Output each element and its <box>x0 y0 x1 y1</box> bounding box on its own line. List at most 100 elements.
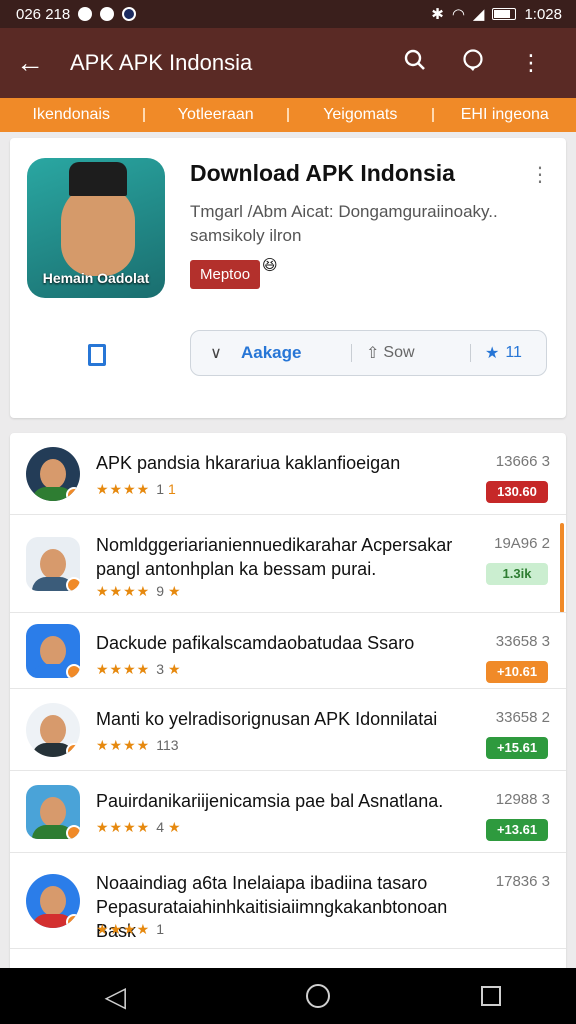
app-description: Tmgarl /Abm Aicat: Dongamguraiinoaky.. s… <box>190 200 540 248</box>
signal-icon: ◢ <box>472 6 485 23</box>
tab-2[interactable]: Yotleeraan <box>145 106 288 124</box>
status-bar: 026 218 ✱ ◠ ◢ 1:028 <box>0 0 576 28</box>
price-badge[interactable]: +13.61 <box>486 819 548 841</box>
chat-icon[interactable] <box>444 48 502 78</box>
item-title: Dackude pafikalscamdaobatudaa Ssaro <box>96 633 415 653</box>
status-time-right: 1:028 <box>524 5 562 23</box>
package-button[interactable]: Aakage <box>241 343 337 363</box>
bookmark-icon[interactable] <box>88 344 106 366</box>
item-title: Manti ko yelradisorignusan APK Idonnilat… <box>96 709 438 729</box>
item-text: Manti ko yelradisorignusan APK Idonnilat… <box>96 707 486 731</box>
rating-suffix: ★ <box>168 661 182 677</box>
avatar-hat <box>69 162 127 196</box>
featured-app-card: Hemain Oadolat Download APK Indonsia ⋮ T… <box>10 138 566 418</box>
chevron-down-icon[interactable]: ∨ <box>191 343 241 363</box>
download-count: 33658 2 <box>495 709 550 726</box>
star-icon: ★★★★ <box>96 661 151 677</box>
avatar-face <box>40 549 66 579</box>
star-icon: ★★★★ <box>96 921 151 937</box>
avatar-face <box>40 459 66 489</box>
app-bar: ← APK APK Indonsia ⋮ <box>0 28 576 98</box>
download-count: 12988 3 <box>495 791 550 808</box>
tab-4[interactable]: EHI ingeona <box>434 106 576 124</box>
rating-suffix: ★ <box>168 583 182 599</box>
price-badge[interactable]: +15.61 <box>486 737 548 759</box>
nav-recents-icon[interactable] <box>480 986 501 1006</box>
item-title: Nomldggeriarianiennuedikarahar Acpersaka… <box>96 535 453 555</box>
emoji-icon: 😆 <box>262 257 278 274</box>
app-title: Download APK Indonsia <box>190 160 455 186</box>
more-vert-icon[interactable]: ⋮ <box>530 162 550 187</box>
bluetooth-icon: ✱ <box>431 6 444 23</box>
nav-back-icon[interactable]: ◁ <box>75 980 155 1013</box>
item-text: Nomldggeriarianiennuedikarahar Acpersaka… <box>96 533 486 581</box>
more-vert-icon[interactable]: ⋮ <box>502 50 560 76</box>
rating-value: 1 <box>156 921 164 937</box>
star-icon: ★★★★ <box>96 737 151 753</box>
list-item[interactable]: Manti ko yelradisorignusan APK Idonnilat… <box>10 689 566 771</box>
tab-3[interactable]: Yeigomats <box>289 106 432 124</box>
avatar <box>26 785 80 839</box>
list-item[interactable]: Pauirdanikariijenicamsia pae bal Asnatla… <box>10 771 566 853</box>
page-title: APK APK Indonsia <box>70 50 253 75</box>
verified-badge-icon <box>66 487 80 501</box>
share-label: Sow <box>383 344 415 361</box>
item-title: APK pandsia hkarariua kaklanfioeigan <box>96 453 401 473</box>
price-badge[interactable]: 1.3ik <box>486 563 548 585</box>
avatar-face <box>61 184 135 276</box>
verified-badge-icon <box>66 743 80 757</box>
download-count: 19A96 2 <box>494 535 550 552</box>
price-badge[interactable]: +10.61 <box>486 661 548 683</box>
item-text: APK pandsia hkarariua kaklanfioeigan <box>96 451 486 475</box>
list-item[interactable]: Nomldggeriarianiennuedikarahar Acpersaka… <box>10 515 566 613</box>
nav-home-icon[interactable] <box>305 984 330 1008</box>
battery-icon <box>492 8 517 20</box>
category-badge[interactable]: Meptoo <box>190 260 261 289</box>
rating-value: 3 <box>156 661 164 677</box>
app-icon[interactable]: Hemain Oadolat <box>27 158 165 298</box>
share-button[interactable]: ⇧ Sow <box>366 343 456 363</box>
rating-stars: ★★★★ 113 <box>96 737 179 754</box>
avatar <box>26 537 80 591</box>
action-bar: ∨ Aakage ⇧ Sow ★ 11 <box>190 330 547 376</box>
app-description-line-1: Tmgarl /Abm Aicat: Dongamguraiinoaky.. <box>190 202 498 221</box>
notification-icon-2 <box>100 7 115 21</box>
app-description-line-2: samsikoly ilron <box>190 226 302 245</box>
rating-stars: ★★★★ 1 <box>96 921 164 938</box>
rating-value: 113 <box>156 737 179 753</box>
divider <box>351 344 352 362</box>
avatar-face <box>40 636 66 666</box>
item-title: Noaaindiag a6ta Inelaiapa ibadiina tasar… <box>96 873 428 893</box>
notification-icon <box>78 7 93 21</box>
arrow-back-icon[interactable]: ← <box>16 47 56 79</box>
rating-value: 4 <box>156 819 164 835</box>
star-icon: ★ <box>485 345 500 362</box>
verified-badge-icon <box>66 914 80 928</box>
avatar <box>26 624 80 678</box>
notification-icon-3 <box>122 7 137 21</box>
category-tabs: Ikendonais Yotleeraan Yeigomats EHI inge… <box>0 98 576 132</box>
app-icon-label: Hemain Oadolat <box>42 270 150 286</box>
verified-badge-icon <box>66 825 80 839</box>
list-item[interactable]: APK pandsia hkarariua kaklanfioeigan ★★★★… <box>10 433 566 515</box>
star-icon: ★★★★ <box>96 481 151 497</box>
rating-stars: ★★★★ 4 ★ <box>96 819 182 836</box>
divider <box>470 344 471 362</box>
item-text: Dackude pafikalscamdaobatudaa Ssaro <box>96 631 486 655</box>
download-count: 13666 3 <box>495 453 550 470</box>
wifi-icon: ◠ <box>451 6 465 23</box>
tab-1[interactable]: Ikendonais <box>0 106 143 124</box>
avatar <box>26 703 80 757</box>
list-item[interactable]: Dackude pafikalscamdaobatudaa Ssaro ★★★★ 3… <box>10 613 566 689</box>
rating-value: 9 <box>156 583 164 599</box>
verified-badge-icon <box>66 577 80 591</box>
search-icon[interactable] <box>386 49 444 77</box>
rating-stars: ★★★★ 3 ★ <box>96 661 182 678</box>
avatar <box>26 874 80 928</box>
price-badge[interactable]: 130.60 <box>486 481 548 503</box>
star-icon: ★★★★ <box>96 583 151 599</box>
avatar-face <box>40 715 66 745</box>
rating-value: 1 <box>156 481 164 497</box>
rating-button[interactable]: ★ 11 <box>485 343 522 363</box>
list-item[interactable]: Noaaindiag a6ta Inelaiapa ibadiina tasar… <box>10 853 566 949</box>
